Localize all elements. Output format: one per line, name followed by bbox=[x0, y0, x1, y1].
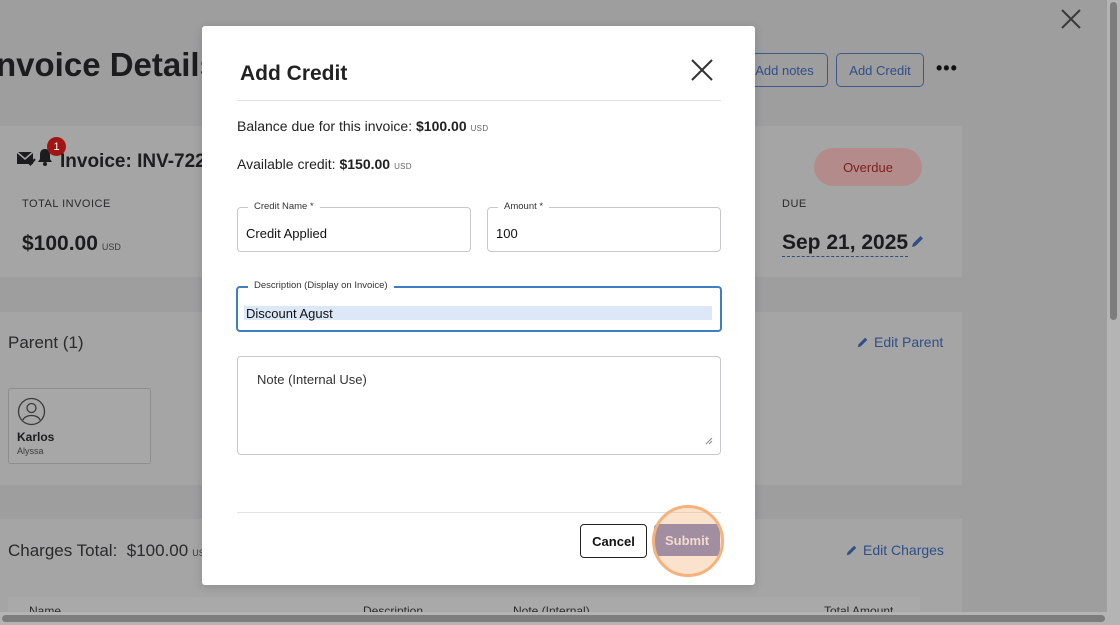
add-credit-modal: Add Credit Balance due for this invoice:… bbox=[202, 26, 755, 585]
parent-heading: Parent (1) bbox=[8, 333, 84, 352]
edit-charges-link[interactable]: Edit Charges bbox=[845, 542, 944, 558]
mail-check-icon[interactable] bbox=[16, 149, 36, 167]
available-credit-line: Available credit: $150.00 USD bbox=[237, 156, 412, 172]
modal-footer-divider bbox=[237, 512, 721, 513]
cancel-button[interactable]: Cancel bbox=[580, 524, 647, 558]
due-date[interactable]: Sep 21, 2025 bbox=[782, 231, 909, 257]
close-icon[interactable] bbox=[1058, 6, 1084, 32]
note-textarea[interactable]: Note (Internal Use) bbox=[237, 356, 721, 455]
credit-name-label: Credit Name * bbox=[248, 201, 320, 212]
charges-total-label: Charges Total: bbox=[8, 541, 118, 560]
description-label: Description (Display on Invoice) bbox=[248, 280, 394, 291]
parent-card[interactable]: Karlos Alyssa bbox=[8, 388, 151, 464]
close-icon[interactable] bbox=[690, 58, 714, 82]
description-input[interactable]: Discount Agust bbox=[246, 306, 333, 321]
charges-total-amount: $100.00 bbox=[126, 541, 189, 560]
parent-sub: Alyssa bbox=[17, 446, 44, 456]
charges-heading: Charges Total: $100.00 US bbox=[8, 541, 205, 561]
due-label: DUE bbox=[782, 198, 807, 210]
available-currency: USD bbox=[394, 162, 412, 171]
balance-amount: $100.00 bbox=[416, 118, 467, 134]
edit-charges-label: Edit Charges bbox=[863, 542, 944, 558]
vertical-scrollbar-thumb[interactable] bbox=[1110, 2, 1117, 320]
invoice-number-title: Invoice: INV-722 bbox=[60, 151, 206, 172]
submit-button[interactable]: Submit bbox=[654, 524, 720, 556]
balance-due-line: Balance due for this invoice: $100.00 USD bbox=[237, 118, 488, 134]
total-currency: USD bbox=[101, 242, 121, 252]
amount-label: Amount * bbox=[498, 201, 550, 212]
page-title: nvoice Details bbox=[0, 46, 218, 83]
modal-title: Add Credit bbox=[240, 62, 348, 85]
resize-grip-icon[interactable] bbox=[705, 437, 713, 445]
note-placeholder: Note (Internal Use) bbox=[257, 372, 367, 387]
amount-field[interactable]: Amount * 100 bbox=[487, 201, 721, 252]
pencil-icon bbox=[846, 545, 857, 555]
more-options-button[interactable]: ••• bbox=[936, 58, 958, 79]
pencil-icon[interactable] bbox=[910, 234, 925, 249]
description-field[interactable]: Description (Display on Invoice) Discoun… bbox=[236, 280, 722, 332]
user-avatar-icon bbox=[17, 397, 46, 426]
pencil-icon bbox=[857, 337, 868, 347]
edit-parent-label: Edit Parent bbox=[874, 334, 944, 350]
total-invoice-amount: $100.00 USD bbox=[22, 232, 121, 256]
available-label: Available credit: bbox=[237, 156, 336, 172]
edit-parent-link[interactable]: Edit Parent bbox=[856, 334, 943, 350]
add-credit-button[interactable]: Add Credit bbox=[836, 53, 924, 87]
parent-name: Karlos bbox=[17, 430, 55, 444]
available-amount: $150.00 bbox=[339, 156, 391, 172]
balance-currency: USD bbox=[470, 124, 489, 133]
total-amount-value: $100.00 bbox=[22, 232, 98, 255]
credit-name-field[interactable]: Credit Name * Credit Applied bbox=[237, 201, 471, 252]
horizontal-scrollbar-thumb[interactable] bbox=[2, 615, 1105, 622]
credit-name-input[interactable]: Credit Applied bbox=[246, 226, 327, 241]
status-badge: Overdue bbox=[814, 148, 922, 186]
total-invoice-label: TOTAL INVOICE bbox=[22, 198, 111, 210]
modal-divider bbox=[237, 100, 721, 101]
balance-label: Balance due for this invoice: bbox=[237, 118, 413, 134]
amount-input[interactable]: 100 bbox=[496, 226, 518, 241]
